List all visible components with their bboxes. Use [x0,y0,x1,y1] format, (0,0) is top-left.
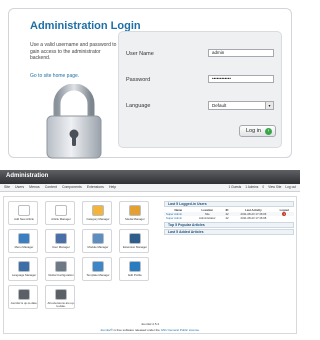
cpanel-tile[interactable]: Menu Manager [8,229,38,253]
license-middle: is free software released under the [112,328,161,332]
cpanel-tile-label: User Manager [52,245,70,249]
extensions-update-icon [55,289,67,300]
recent-articles-heading[interactable]: Last 5 Added Articles [164,229,294,235]
login-button-label: Log in [246,128,261,134]
license-text: Joomla!® is free software released under… [0,328,300,332]
cpanel-tile[interactable]: User Manager [45,229,75,253]
user-id: 42 [225,216,229,220]
menu-manager-icon [18,233,30,244]
login-panel: Administration Login Use a valid usernam… [8,8,292,159]
password-label: Password [126,77,151,83]
cpanel-tile[interactable]: Media Manager [119,201,149,225]
menu-users[interactable]: Users [15,185,24,189]
language-select-value: Default [212,103,227,108]
username-input[interactable]: admin [208,49,274,57]
chevron-down-icon: ▾ [265,102,273,109]
logged-users-table: Name Location ID Last Activity Logout Su… [164,208,294,220]
cpanel-tile[interactable]: Global Configuration [45,257,75,281]
joomla-update-icon [18,289,30,300]
cpanel-tile-label: Joomla! is up-to-date. [10,301,38,305]
extension-manager-icon [129,233,141,244]
arrow-right-icon: › [265,128,272,135]
user-name-link[interactable]: Super Admin [164,216,193,220]
admin-content: Add New Article Article Manager Category M… [3,196,297,334]
cpanel-tile-label: Menu Manager [14,245,34,249]
category-manager-icon [92,205,104,216]
cpanel-tile-label: Edit Profile [128,273,142,277]
media-manager-icon [129,205,141,216]
username-label: User Name [126,51,154,57]
logout-user-icon[interactable]: × [282,212,287,216]
cpanel-tile[interactable]: Category Manager [82,201,112,225]
menu-help[interactable]: Help [109,185,116,189]
padlock-icon [46,84,102,159]
table-row: Super Admin Administrator 42 2011-08-23 … [164,216,294,220]
login-form: User Name admin Password •••••••••••• La… [118,31,282,148]
language-manager-icon [18,261,30,272]
admin-modules: Last 5 Logged-in Users Name Location ID … [164,201,294,236]
cpanel-tile-label: Add New Article [14,217,34,221]
admin-title: Administration [6,173,49,179]
cpanel-tile[interactable]: Joomla! is up-to-date. [8,285,38,309]
user-manager-icon [55,233,67,244]
joomla-link[interactable]: Joomla!® [100,328,113,332]
cpanel-tile-label: Article Manager [51,217,71,221]
cpanel-tile-label: Media Manager [125,217,145,221]
cpanel-tile-label: Template Manager [86,273,110,277]
user-location: Administrator [199,216,216,220]
login-description: Use a valid username and password to gai… [30,42,117,61]
cpanel-tile[interactable]: Template Manager [82,257,112,281]
cpanel-tile-label: Language Manager [11,273,37,277]
cpanel-tile[interactable]: Edit Profile [119,257,149,281]
cpanel-tile-label: Extension Manager [122,245,148,249]
cpanel-tile[interactable]: Add New Article [8,201,38,225]
menu-site[interactable]: Site [4,185,10,189]
control-panel-icons: Add New Article Article Manager Category M… [8,201,156,309]
menu-menus[interactable]: Menus [29,185,40,189]
cpanel-tile[interactable]: Language Manager [8,257,38,281]
version-text: Joomla! 2.5.4 [140,322,159,326]
view-site-link[interactable]: View Site [268,185,281,189]
password-input[interactable]: •••••••••••• [208,75,274,83]
admin-menubar: Site Users Menus Content Components Exte… [0,184,300,192]
add-article-icon [18,205,30,216]
cpanel-tile[interactable]: Extension Manager [119,229,149,253]
home-page-link[interactable]: Go to site home page. [30,73,79,79]
cpanel-tile[interactable]: Module Manager [82,229,112,253]
popular-articles-heading[interactable]: Top 5 Popular Articles [164,222,294,228]
cpanel-tile-label: Category Manager [86,217,110,221]
edit-profile-icon [129,261,141,272]
cpanel-tile[interactable]: Article Manager [45,201,75,225]
cpanel-tile[interactable]: All extensions are up-to-date. [45,285,75,309]
logout-link[interactable]: Log out [285,185,296,189]
menu-content[interactable]: Content [45,185,57,189]
menu-components[interactable]: Components [62,185,82,189]
status-admins: 1 Admins [245,185,259,189]
admin-panel: Administration Site Users Menus Content … [0,170,300,340]
template-manager-icon [92,261,104,272]
global-config-icon [55,261,67,272]
module-manager-icon [92,233,104,244]
gnu-license-link[interactable]: GNU General Public License. [161,328,200,332]
language-label: Language [126,103,151,109]
cpanel-tile-label: All extensions are up-to-date. [47,301,75,309]
article-manager-icon [55,205,67,216]
cpanel-tile-label: Global Configuration [48,273,74,277]
cpanel-tile-label: Module Manager [87,245,109,249]
status-messages[interactable]: 0 [262,185,264,189]
logged-users-heading[interactable]: Last 5 Logged-in Users [164,201,294,207]
admin-header: Administration [0,170,300,184]
status-guests: 1 Guests [228,185,242,189]
user-activity: 2011-08-23 17:46:08 [240,216,267,220]
menu-extensions[interactable]: Extensions [87,185,104,189]
language-select[interactable]: Default ▾ [208,101,274,110]
login-button[interactable]: Log in › [239,125,276,137]
